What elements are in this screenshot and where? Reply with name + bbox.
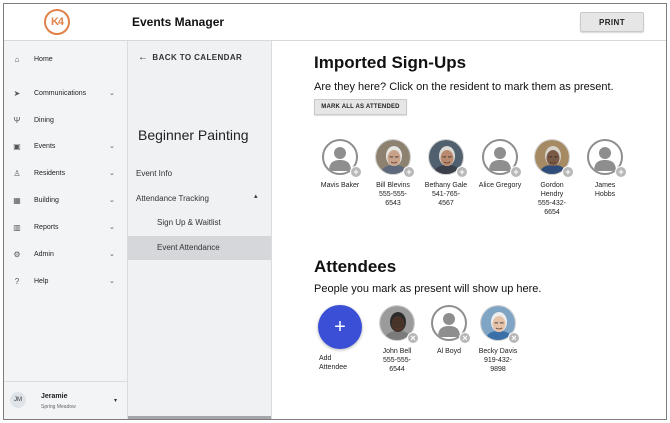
gear-icon: ⚙ [13,249,21,259]
chevron-down-icon: ⌄ [109,143,115,150]
scrollbar[interactable] [128,416,271,419]
chevron-down-icon: ⌄ [109,251,115,258]
chevron-down-icon[interactable]: ▾ [114,397,117,404]
logo[interactable]: K4 [44,9,70,35]
nav-signup-waitlist[interactable]: Sign Up & Waitlist [157,218,221,227]
sidebar-item-label: Home [34,55,53,63]
plus-icon[interactable]: + [615,166,627,178]
user-name: Jeramie [41,393,68,400]
top-bar: K4 Events Manager PRINT [4,4,666,41]
resident-name: Becky Davis 919-432- 9898 [478,348,518,373]
chevron-down-icon: ⌄ [109,90,115,97]
back-label: BACK TO CALENDAR [152,53,243,62]
sidebar-item-label: Help [34,277,49,285]
resident-name: Bill Blevins 555-555- 6543 [376,182,410,207]
nav-event-info[interactable]: Event Info [136,169,172,178]
calendar-icon: ▣ [13,141,21,151]
sidebar-item-label: Events [34,142,56,150]
app-window: K4 Events Manager PRINT ⌂ Home ➤ Communicat… [3,3,667,420]
resident-name: Bethany Gale 541-765- 4567 [424,182,468,207]
signups-instructions: Are they here? Click on the resident to … [314,81,614,93]
person-icon: ♙ [13,168,21,178]
sidebar-item-label: Admin [34,250,54,258]
sidebar-item-events[interactable]: ▣ Events ⌄ [4,136,128,156]
sidebar: ⌂ Home ➤ Communications ⌄ Ψ Dining ▣ Events ⌄ ♙ Res… [4,41,128,419]
home-icon: ⌂ [14,54,20,64]
building-icon: ▦ [13,195,21,205]
nav-attendance-tracking[interactable]: Attendance Tracking [136,194,209,203]
plus-icon[interactable]: + [456,166,468,178]
plus-icon[interactable]: + [510,166,522,178]
chevron-down-icon: ⌄ [109,197,115,204]
sidebar-item-label: Communications [34,89,87,97]
nav-event-attendance[interactable]: Event Attendance [157,243,220,252]
plus-icon: + [334,315,346,338]
event-subpanel: ← BACK TO CALENDAR Beginner Painting Even… [128,41,272,419]
sidebar-item-help[interactable]: ? Help ⌄ [4,271,128,291]
resident-name: Alice Gregory [478,182,522,189]
plus-icon[interactable]: + [350,166,362,178]
attendees-heading: Attendees [314,257,397,276]
sidebar-item-dining[interactable]: Ψ Dining [4,110,128,130]
sidebar-item-label: Residents [34,169,66,177]
chevron-down-icon: ⌄ [109,224,115,231]
chevron-up-icon[interactable]: ▴ [254,192,258,200]
plus-icon[interactable]: + [403,166,415,178]
remove-icon[interactable]: × [508,332,520,344]
remove-icon[interactable]: × [407,332,419,344]
sidebar-item-admin[interactable]: ⚙ Admin ⌄ [4,244,128,264]
add-attendee-label: Add Attendee [319,355,348,371]
chevron-down-icon: ⌄ [109,170,115,177]
resident-name: John Bell 555-555- 6544 [382,348,412,373]
sidebar-item-home[interactable]: ⌂ Home [4,49,128,69]
logo-text: K4 [50,16,64,28]
utensils-icon: Ψ [13,115,21,125]
remove-icon[interactable]: × [459,332,471,344]
sidebar-item-residents[interactable]: ♙ Residents ⌄ [4,163,128,183]
user-menu[interactable]: JM Jeramie Spring Meadow ▾ [4,381,128,419]
sidebar-item-reports[interactable]: ▥ Reports ⌄ [4,217,128,237]
chart-icon: ▥ [13,222,21,232]
avatar: JM [10,392,26,408]
send-icon: ➤ [13,88,21,98]
signups-heading: Imported Sign-Ups [314,53,467,72]
event-title: Beginner Painting [138,127,249,143]
resident-name: Gordon Hendry 555-432- 6654 [537,182,567,216]
user-org: Spring Meadow [41,404,76,410]
add-attendee-button[interactable]: + [318,305,362,349]
resident-name: Mavis Baker [320,182,360,189]
chevron-down-icon: ⌄ [109,278,115,285]
main-content: Imported Sign-Ups Are they here? Click o… [272,41,666,419]
sidebar-item-label: Reports [34,223,59,231]
plus-icon[interactable]: + [562,166,574,178]
arrow-left-icon: ← [138,52,149,63]
sidebar-item-building[interactable]: ▦ Building ⌄ [4,190,128,210]
back-to-calendar-link[interactable]: ← BACK TO CALENDAR [138,52,242,63]
help-icon: ? [14,276,20,286]
sidebar-item-communications[interactable]: ➤ Communications ⌄ [4,83,128,103]
mark-all-attended-button[interactable]: MARK ALL AS ATTENDED [314,99,407,115]
attendees-instructions: People you mark as present will show up … [314,283,542,295]
sidebar-item-label: Dining [34,116,54,124]
print-button[interactable]: PRINT [580,12,644,32]
sidebar-item-label: Building [34,196,59,204]
resident-name: James Hobbs [594,182,616,198]
page-title: Events Manager [132,15,225,29]
